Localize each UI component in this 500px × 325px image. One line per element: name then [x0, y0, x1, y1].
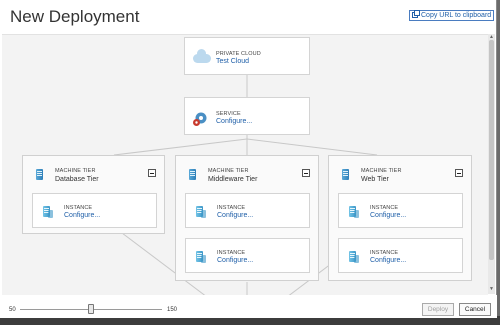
zoom-max-label: 150: [167, 307, 178, 313]
tier-kind-label: MACHINE TIER: [208, 168, 249, 174]
deploy-button[interactable]: Deploy: [422, 303, 454, 316]
service-kind-label: SERVICE: [216, 111, 241, 117]
instance-node[interactable]: INSTANCE Configure...: [185, 193, 310, 228]
machine-tier-icon: [189, 169, 196, 180]
instance-icon: [349, 251, 359, 263]
collapse-button[interactable]: [455, 169, 463, 177]
cloud-kind-label: PRIVATE CLOUD: [216, 51, 261, 57]
zoom-min-label: 50: [9, 307, 16, 313]
cloud-name-link[interactable]: Test Cloud: [216, 58, 249, 65]
instance-icon: [43, 206, 53, 218]
instance-configure-link[interactable]: Configure...: [217, 257, 253, 264]
tier-name: Middleware Tier: [208, 176, 258, 183]
instance-kind-label: INSTANCE: [64, 205, 93, 211]
instance-kind-label: INSTANCE: [370, 250, 399, 256]
instance-configure-link[interactable]: Configure...: [217, 212, 253, 219]
instance-node[interactable]: INSTANCE Configure...: [338, 193, 463, 228]
instance-configure-link[interactable]: Configure...: [370, 212, 406, 219]
zoom-slider-handle[interactable]: [88, 304, 94, 314]
tier-kind-label: MACHINE TIER: [55, 168, 96, 174]
instance-node[interactable]: INSTANCE Configure...: [32, 193, 157, 228]
service-icon: [193, 112, 207, 126]
collapse-button[interactable]: [302, 169, 310, 177]
copy-url-label: Copy URL to clipboard: [421, 12, 492, 19]
vertical-scrollbar[interactable]: ▲ ▼: [488, 34, 495, 294]
tier-database[interactable]: MACHINE TIER Database Tier INSTANCE Conf…: [22, 155, 165, 234]
cancel-button[interactable]: Cancel: [459, 303, 491, 316]
instance-kind-label: INSTANCE: [217, 205, 246, 211]
tier-kind-label: MACHINE TIER: [361, 168, 402, 174]
service-configure-link[interactable]: Configure...: [216, 118, 252, 125]
collapse-button[interactable]: [148, 169, 156, 177]
instance-icon: [196, 251, 206, 263]
cloud-icon: [193, 49, 211, 63]
copy-icon: [412, 10, 420, 18]
service-node[interactable]: SERVICE Configure...: [184, 97, 310, 135]
copy-url-button[interactable]: Copy URL to clipboard: [409, 10, 495, 21]
instance-node[interactable]: INSTANCE Configure...: [185, 238, 310, 273]
scrollbar-thumb[interactable]: [489, 40, 494, 260]
instance-configure-link[interactable]: Configure...: [370, 257, 406, 264]
dialog-title: New Deployment: [10, 7, 140, 26]
machine-tier-icon: [36, 169, 43, 180]
instance-configure-link[interactable]: Configure...: [64, 212, 100, 219]
tier-name: Web Tier: [361, 176, 389, 183]
tier-name: Database Tier: [55, 176, 99, 183]
instance-icon: [196, 206, 206, 218]
tier-web[interactable]: MACHINE TIER Web Tier INSTANCE Configure…: [328, 155, 472, 281]
scroll-down-icon[interactable]: ▼: [489, 286, 494, 292]
private-cloud-node[interactable]: PRIVATE CLOUD Test Cloud: [184, 37, 310, 75]
instance-icon: [349, 206, 359, 218]
tier-middleware[interactable]: MACHINE TIER Middleware Tier INSTANCE Co…: [175, 155, 319, 281]
instance-kind-label: INSTANCE: [217, 250, 246, 256]
machine-tier-icon: [342, 169, 349, 180]
deployment-canvas[interactable]: PRIVATE CLOUD Test Cloud SERVICE Configu…: [2, 34, 488, 296]
instance-kind-label: INSTANCE: [370, 205, 399, 211]
instance-node[interactable]: INSTANCE Configure...: [338, 238, 463, 273]
